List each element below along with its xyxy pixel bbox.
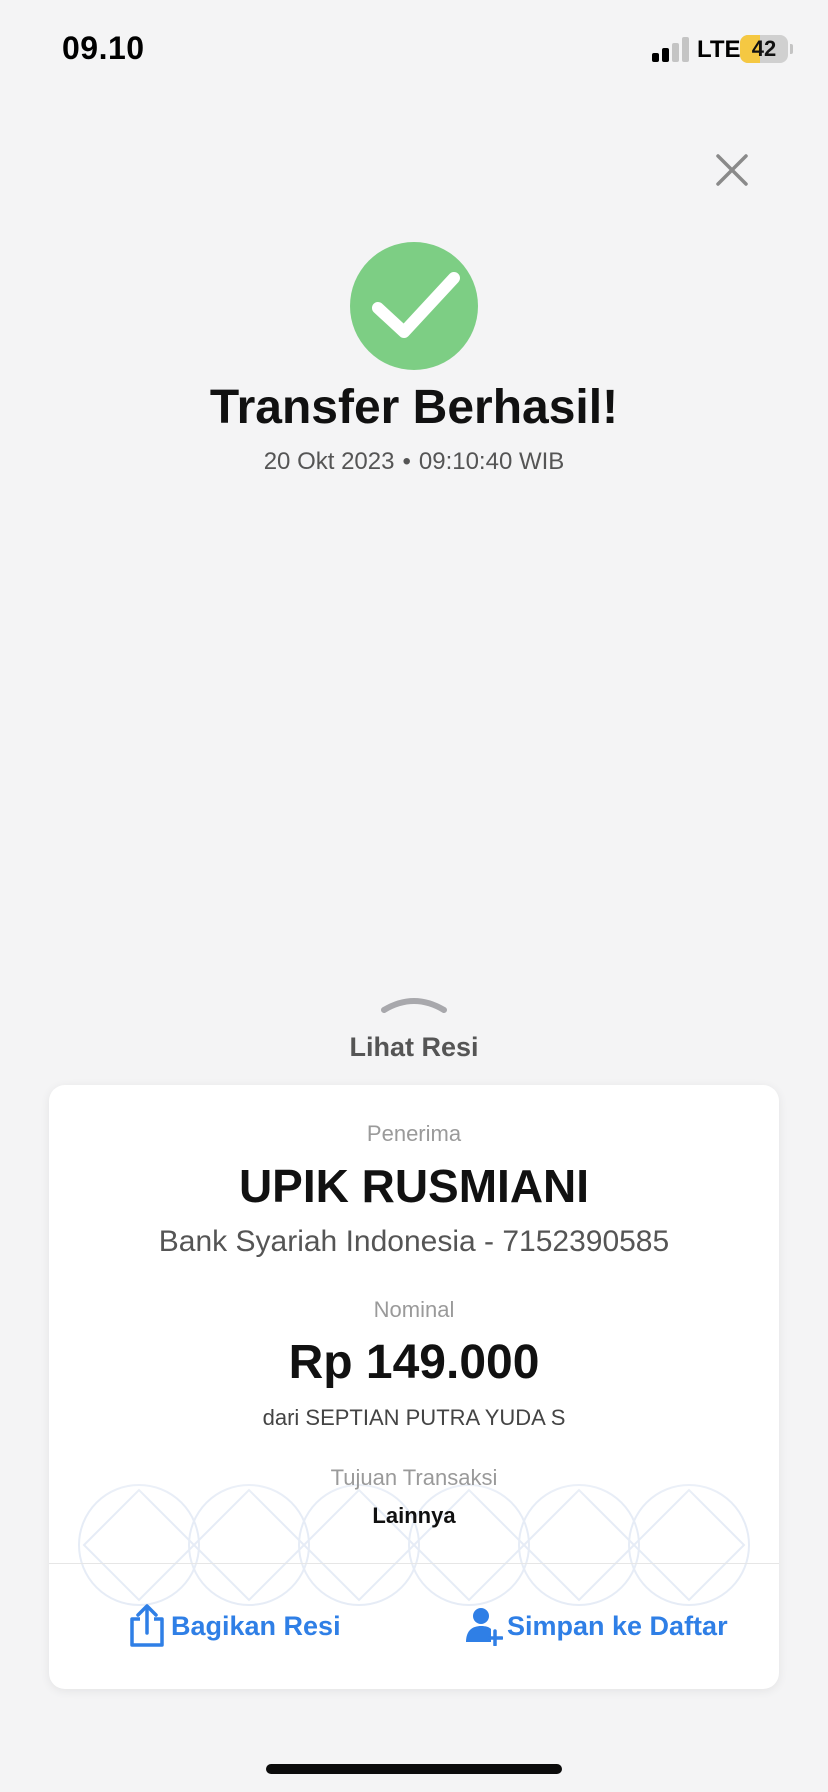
battery-percent: 42 xyxy=(751,36,777,61)
close-button[interactable] xyxy=(708,146,756,194)
transfer-amount: Rp 149.000 xyxy=(288,1336,540,1389)
chevron-up-glyph xyxy=(381,998,447,1013)
home-indicator[interactable] xyxy=(266,1764,562,1774)
checkmark-glyph xyxy=(372,272,460,338)
card-divider xyxy=(49,1563,779,1564)
save-to-list-button[interactable]: Simpan ke Daftar xyxy=(465,1601,728,1651)
receipt-card: Penerima UPIK RUSMIANI Bank Syariah Indo… xyxy=(49,1085,779,1689)
transaction-purpose: Lainnya xyxy=(372,1503,456,1528)
transaction-time: 09:10:40 WIB xyxy=(418,448,565,475)
purpose-label: Tujuan Transaksi xyxy=(330,1465,498,1490)
network-type: LTE xyxy=(697,36,741,63)
battery-icon: 42 xyxy=(740,35,788,63)
transaction-datetime: 20 Okt 2023 • 09:10:40 WIB xyxy=(0,448,828,476)
datetime-separator: • xyxy=(402,448,411,475)
share-receipt-label: Bagikan Resi xyxy=(171,1610,341,1641)
recipient-label: Penerima xyxy=(366,1121,462,1146)
chevron-up-icon[interactable] xyxy=(378,988,450,1016)
page-title: Transfer Berhasil! xyxy=(209,381,619,434)
share-icon xyxy=(130,1604,164,1647)
signal-icon xyxy=(652,36,692,62)
transaction-date: 20 Okt 2023 xyxy=(263,448,395,475)
check-circle-icon xyxy=(350,242,478,370)
status-time: 09.10 xyxy=(62,30,145,66)
add-person-icon xyxy=(466,1608,503,1646)
save-to-list-label: Simpan ke Daftar xyxy=(507,1610,728,1641)
recipient-name: UPIK RUSMIANI xyxy=(238,1160,590,1212)
close-icon xyxy=(716,154,748,186)
battery-tip xyxy=(790,44,793,54)
recipient-bank-account: Bank Syariah Indonesia - 7152390585 xyxy=(158,1225,670,1258)
status-bar: 09.10 LTE 42 xyxy=(0,0,828,100)
view-receipt-toggle[interactable]: Lihat Resi xyxy=(0,1032,828,1063)
amount-label: Nominal xyxy=(373,1297,455,1322)
share-receipt-button[interactable]: Bagikan Resi xyxy=(127,1601,341,1651)
sender-name: dari SEPTIAN PUTRA YUDA S xyxy=(262,1405,566,1430)
